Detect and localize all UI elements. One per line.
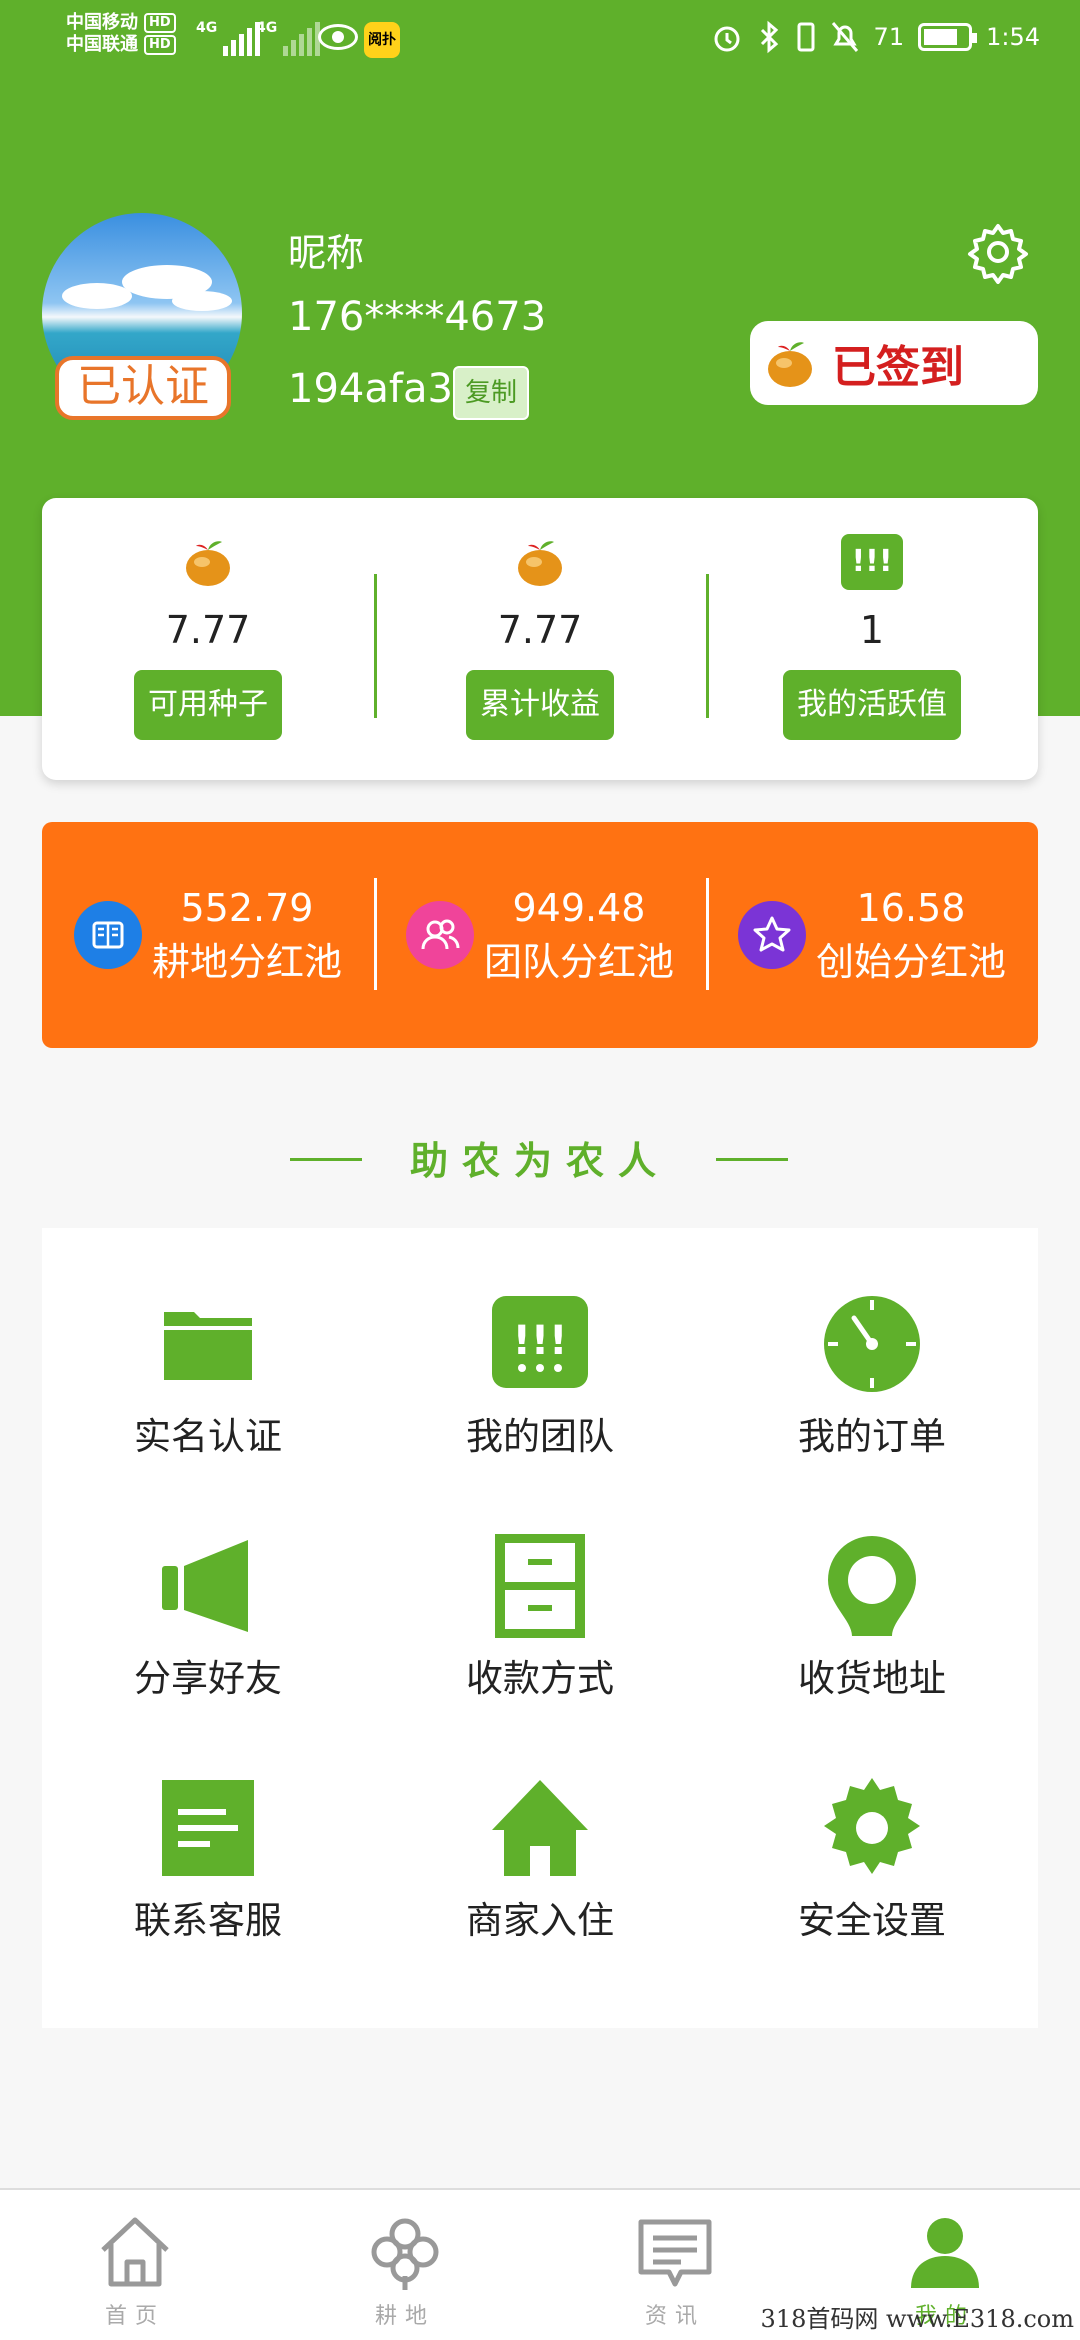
pool-value: 552.79	[180, 886, 314, 930]
svg-text:!!!: !!!	[513, 1318, 568, 1364]
menu-label: 安全设置	[798, 1899, 946, 1942]
gear-icon	[824, 1778, 920, 1874]
pool-farmland[interactable]: 552.79 耕地分红池	[42, 822, 374, 1048]
signin-label: 已签到	[832, 342, 964, 393]
alarm-icon	[714, 26, 740, 52]
signin-button[interactable]: 已签到	[750, 321, 1038, 405]
nav-label: 资讯	[644, 2304, 705, 2329]
nav-farmland[interactable]: 耕地	[270, 2190, 540, 2340]
network-type: 4G	[196, 20, 218, 36]
eye-icon	[318, 24, 358, 50]
team-icon: !!!	[492, 1296, 588, 1388]
nav-home[interactable]: 首页	[0, 2190, 270, 2340]
stat-available-seeds: 7.77 可用种子	[42, 498, 374, 780]
signal-icon: 4G	[256, 20, 321, 56]
seed-icon	[518, 541, 562, 586]
star-icon	[737, 901, 806, 969]
news-icon	[638, 2219, 712, 2287]
pool-value: 16.58	[856, 886, 966, 930]
stat-value: 7.77	[165, 608, 251, 652]
menu-label: 分享好友	[134, 1657, 282, 1700]
home-icon	[101, 2217, 169, 2287]
location-icon	[828, 1536, 916, 1636]
dividend-pools: 552.79 耕地分红池 949.48 团队分红池 16.58 创始分红池	[42, 822, 1038, 1048]
share-icon	[162, 1540, 248, 1632]
clock-icon	[824, 1296, 920, 1392]
clock: 1:54	[986, 23, 1040, 51]
seed-icon	[768, 342, 812, 387]
menu-my-team[interactable]: !!! 我的团队	[374, 1292, 706, 1534]
status-bar: 中国移动 HD 中国联通 HD 4G 4G 阅扑 71 1:54	[0, 0, 1080, 80]
copy-button[interactable]: 复制	[453, 366, 529, 420]
menu-label: 实名认证	[134, 1415, 282, 1458]
pool-label: 团队分红池	[483, 940, 674, 984]
home-icon	[492, 1780, 588, 1876]
pool-label: 创始分红池	[815, 940, 1006, 984]
hd-badge: HD	[144, 35, 176, 55]
cabinet-icon	[495, 1534, 585, 1638]
menu-payment-method[interactable]: 收款方式	[374, 1534, 706, 1776]
phone-number: 176****4673	[288, 294, 547, 340]
clover-icon	[371, 2218, 439, 2290]
settings-gear-icon[interactable]	[966, 220, 1030, 284]
people-icon	[405, 901, 474, 969]
carrier-1: 中国移动	[66, 12, 138, 33]
hd-badge: HD	[144, 13, 176, 33]
nav-label: 耕地	[374, 2304, 435, 2329]
verified-badge: 已认证	[55, 356, 231, 420]
stat-button[interactable]: 可用种子	[134, 670, 282, 740]
menu-share-friends[interactable]: 分享好友	[42, 1534, 374, 1776]
pool-founder[interactable]: 16.58 创始分红池	[706, 822, 1038, 1048]
stat-button[interactable]: 累计收益	[466, 670, 614, 740]
menu-contact-service[interactable]: 联系客服	[42, 1776, 374, 2018]
menu-label: 收货地址	[798, 1657, 946, 1700]
network-type: 4G	[256, 20, 278, 36]
nav-label: 首页	[104, 2304, 165, 2329]
carrier-info: 中国移动 HD 中国联通 HD	[66, 12, 176, 56]
stat-value: 1	[859, 608, 885, 652]
menu-label: 联系客服	[134, 1899, 282, 1942]
menu-merchant-join[interactable]: 商家入住	[374, 1776, 706, 2018]
menu-label: 商家入住	[466, 1899, 614, 1942]
menu-grid: 实名认证 !!! 我的团队 我的订单 分享好友 收款方式 收货地址 联系客服 商…	[42, 1228, 1038, 2028]
book-icon	[73, 901, 142, 969]
nickname: 昵称	[288, 231, 365, 275]
message-icon	[162, 1780, 254, 1876]
user-icon	[911, 2218, 979, 2288]
bluetooth-icon	[760, 20, 778, 54]
app-notification-icon: 阅扑	[364, 22, 400, 58]
menu-shipping-address[interactable]: 收货地址	[706, 1534, 1038, 1776]
pool-label: 耕地分红池	[151, 940, 342, 984]
signal-icon: 4G	[196, 20, 261, 56]
section-title: 助农为农人	[0, 1130, 1080, 1185]
menu-security-settings[interactable]: 安全设置	[706, 1776, 1038, 2018]
menu-my-orders[interactable]: 我的订单	[706, 1292, 1038, 1534]
stat-total-earnings: 7.77 累计收益	[374, 498, 706, 780]
pool-team[interactable]: 949.48 团队分红池	[374, 822, 706, 1048]
menu-label: 收款方式	[466, 1657, 614, 1700]
stats-card: 7.77 可用种子 7.77 累计收益 !!! 1 我的活跃值	[42, 498, 1038, 780]
menu-label: 我的订单	[798, 1415, 946, 1458]
mute-icon	[831, 22, 858, 52]
menu-label: 我的团队	[466, 1415, 614, 1458]
stat-activity: !!! 1 我的活跃值	[706, 498, 1038, 780]
watermark: 318首码网 www.E318.com	[760, 2305, 1074, 2333]
battery-percent: 71	[873, 23, 905, 51]
battery-icon	[918, 23, 978, 51]
stat-value: 7.77	[497, 608, 583, 652]
carrier-2: 中国联通	[66, 34, 138, 55]
stat-button[interactable]: 我的活跃值	[783, 670, 961, 740]
user-id: 194afa3	[288, 366, 453, 412]
folder-icon	[164, 1312, 252, 1380]
vibrate-icon	[797, 22, 815, 52]
activity-icon: !!!	[841, 534, 903, 590]
menu-real-name-auth[interactable]: 实名认证	[42, 1292, 374, 1534]
pool-value: 949.48	[512, 886, 646, 930]
seed-icon	[186, 541, 230, 586]
